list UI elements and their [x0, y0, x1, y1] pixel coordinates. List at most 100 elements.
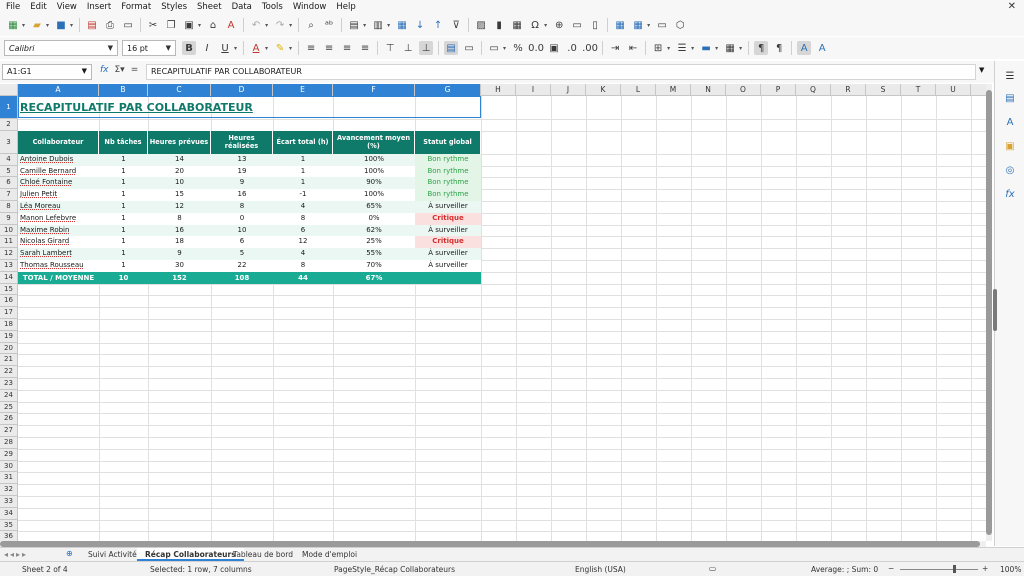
table-cell[interactable]: 13 [211, 154, 273, 166]
row-header[interactable]: 2 [0, 119, 18, 131]
table-cell[interactable]: 1 [99, 236, 148, 248]
zoom-slider-knob[interactable] [953, 565, 956, 573]
font-name-combo[interactable]: Calibri ▼ [4, 40, 118, 56]
table-cell[interactable]: 1 [99, 166, 148, 178]
row-header[interactable]: 8 [0, 201, 18, 213]
number-format-icon[interactable]: 0.0 [528, 41, 544, 55]
table-cell[interactable]: 65% [333, 201, 415, 213]
column-header[interactable]: I [516, 84, 551, 96]
row-header[interactable]: 19 [0, 330, 18, 343]
row-header[interactable]: 10 [0, 224, 18, 237]
total-cell[interactable]: 108 [211, 272, 273, 284]
zoom-slider[interactable] [900, 569, 978, 570]
tab-navigation-arrows-icon[interactable]: ◂◂▸▸ [4, 550, 28, 559]
table-cell[interactable]: 62% [333, 225, 415, 237]
status-badge[interactable]: Bon rythme [415, 153, 481, 166]
center-vertically-icon[interactable]: ⊥ [401, 41, 415, 55]
border-color-dropdown-icon[interactable]: ▾ [715, 45, 718, 52]
table-cell[interactable]: 1 [99, 177, 148, 189]
table-cell[interactable]: 1 [99, 225, 148, 237]
spreadsheet-grid[interactable]: ABCDEFGHIJKLMNOPQRSTU 1 2 3 4 5 6 7 8 9 10 11 12 13 1… [0, 84, 986, 541]
table-cell[interactable]: -1 [273, 189, 333, 201]
row-header[interactable]: 29 [0, 448, 18, 461]
menu-item[interactable]: Data [228, 2, 258, 12]
decrease-indent-icon[interactable]: ⇤ [626, 41, 640, 55]
text-orientation-horizontal-icon[interactable]: A [797, 41, 812, 55]
sidebar-grip[interactable] [993, 289, 997, 331]
row-header[interactable]: 20 [0, 342, 18, 355]
align-right-icon[interactable]: ≡ [340, 41, 354, 55]
insert-chart-icon[interactable]: ▮ [492, 18, 506, 32]
special-character-dropdown-icon[interactable]: ▾ [544, 22, 547, 29]
table-cell[interactable]: 100% [333, 189, 415, 201]
ltr-icon[interactable]: ¶ [754, 41, 769, 55]
row-header[interactable]: 9 [0, 212, 18, 225]
vertical-scrollbar[interactable] [986, 84, 992, 541]
highlight-color-icon[interactable]: ✎ [273, 41, 287, 55]
row-header[interactable]: 14 [0, 271, 18, 284]
table-cell[interactable]: 1 [273, 154, 333, 166]
row-header[interactable]: 12 [0, 248, 18, 260]
percent-format-icon[interactable]: % [511, 41, 525, 55]
save-icon[interactable]: ■ [54, 18, 68, 32]
table-cell[interactable]: 15 [148, 189, 211, 201]
column-header[interactable]: O [726, 84, 761, 96]
function-wizard-icon[interactable]: fx [100, 65, 109, 75]
table-cell[interactable]: 1 [99, 189, 148, 201]
redo-dropdown-icon[interactable]: ▾ [289, 22, 292, 29]
table-cell[interactable]: Maxime Robin [18, 225, 99, 237]
table-cell[interactable]: 12 [273, 236, 333, 248]
bold-icon[interactable]: B [182, 41, 196, 55]
zoom-in-icon[interactable]: + [982, 564, 988, 573]
table-cell[interactable]: 70% [333, 260, 415, 272]
print-preview-icon[interactable]: ▭ [121, 18, 135, 32]
table-cell[interactable]: 55% [333, 248, 415, 260]
select-all-corner[interactable] [0, 84, 18, 96]
table-cell[interactable]: 12 [148, 201, 211, 213]
row-dropdown-icon[interactable]: ▾ [363, 22, 366, 29]
table-cell[interactable]: 4 [273, 248, 333, 260]
show-draw-functions-icon[interactable]: ⬡ [673, 18, 687, 32]
menu-item[interactable]: Format [117, 2, 157, 12]
row-header[interactable]: 23 [0, 378, 18, 390]
sum-icon[interactable]: Σ▾ [115, 65, 125, 75]
tab-suivi-activite[interactable]: Suivi Activité [80, 548, 145, 561]
column-header[interactable]: P [761, 84, 796, 96]
table-cell[interactable]: 10 [211, 225, 273, 237]
menu-item[interactable]: Sheet [193, 2, 228, 12]
sort-ascending-icon[interactable]: ↓ [413, 18, 427, 32]
name-box[interactable]: A1:G1 ▼ [2, 64, 92, 80]
justify-icon[interactable]: ≡ [358, 41, 372, 55]
row-header[interactable]: 7 [0, 189, 18, 201]
table-cell[interactable]: Nicolas Girard [18, 236, 99, 248]
underline-icon[interactable]: U [218, 41, 232, 55]
column-header[interactable]: E [273, 84, 333, 96]
row-icon[interactable]: ▤ [347, 18, 361, 32]
row-header[interactable]: 17 [0, 307, 18, 319]
table-header-cell[interactable]: Heures réalisées [211, 130, 273, 154]
navigator-icon[interactable]: ◎ [1003, 165, 1017, 179]
status-badge[interactable]: À surveiller [415, 248, 481, 260]
table-cell[interactable]: Sarah Lambert [18, 248, 99, 260]
autofilter-icon[interactable]: ⊽ [449, 18, 463, 32]
define-print-area-icon[interactable]: ▦ [613, 18, 627, 32]
status-badge[interactable]: Bon rythme [415, 177, 481, 190]
export-pdf-icon[interactable]: ▤ [85, 18, 99, 32]
formula-equals-icon[interactable]: = [131, 65, 139, 75]
table-cell[interactable]: 9 [211, 177, 273, 189]
find-replace-icon[interactable]: ⌕ [304, 18, 318, 32]
table-header-cell[interactable]: Écart total (h) [273, 130, 333, 154]
table-cell[interactable]: 100% [333, 154, 415, 166]
clear-formatting-icon[interactable]: A [224, 18, 238, 32]
headers-footers-icon[interactable]: ▯ [588, 18, 602, 32]
table-cell[interactable]: 6 [273, 225, 333, 237]
table-cell[interactable]: Manon Lefebvre [18, 213, 99, 225]
new-document-icon[interactable]: ▦ [6, 18, 20, 32]
table-cell[interactable]: 16 [148, 225, 211, 237]
column-header[interactable]: U [936, 84, 971, 96]
row-header[interactable]: 18 [0, 319, 18, 331]
table-header-cell[interactable]: Nb tâches [99, 130, 148, 154]
table-cell[interactable]: 100% [333, 166, 415, 178]
increase-indent-icon[interactable]: ⇥ [608, 41, 622, 55]
expand-formula-icon[interactable]: ▼ [979, 66, 984, 74]
